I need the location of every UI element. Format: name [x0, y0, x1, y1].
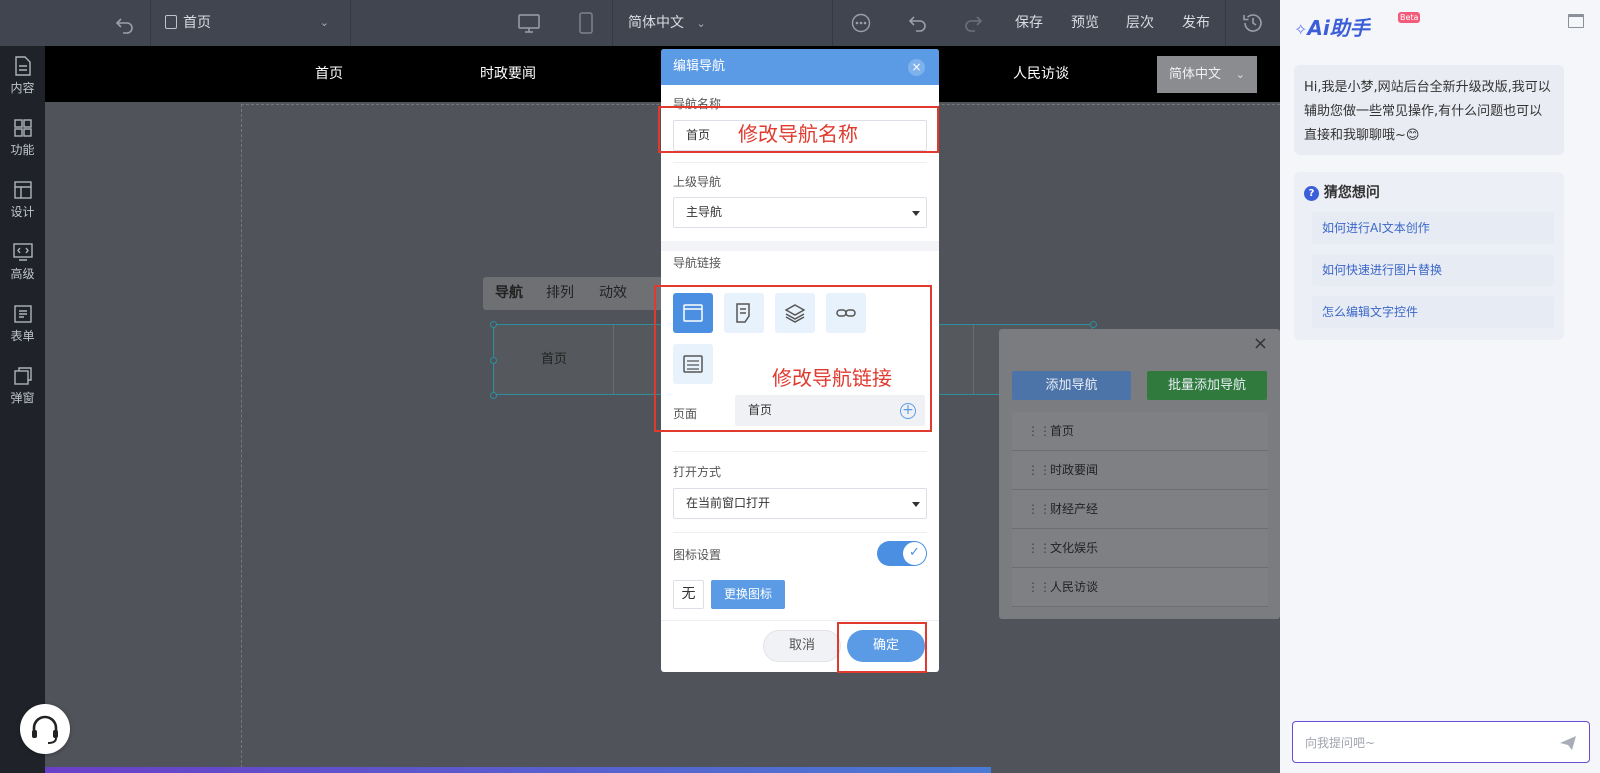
history-icon[interactable] — [1242, 0, 1264, 46]
ai-logo: ✧Ai助手 Beta — [1294, 12, 1421, 40]
chevron-down-icon: ⌄ — [1235, 68, 1245, 81]
add-nav-button[interactable]: 添加导航 — [1012, 371, 1131, 400]
customer-service-button[interactable] — [20, 704, 70, 754]
desktop-view-icon[interactable] — [518, 0, 540, 46]
cancel-button[interactable]: 取消 — [763, 630, 841, 662]
context-toolbar: 导航 排列 动效 — [483, 277, 663, 310]
context-animation-button[interactable]: 动效 — [599, 277, 627, 310]
annotation-box-confirm — [837, 622, 927, 673]
nav-widget-item: 首页 — [541, 352, 568, 367]
headset-icon — [32, 715, 58, 744]
grid-icon — [13, 119, 32, 137]
sidebar-item-design[interactable]: 设计 — [0, 180, 45, 220]
list-item[interactable]: ⋮⋮ 时政要闻 — [1012, 451, 1268, 490]
resize-handle[interactable] — [490, 392, 497, 399]
sidebar-item-form[interactable]: 表单 — [0, 304, 45, 344]
list-item[interactable]: ⋮⋮ 文化娱乐 — [1012, 529, 1268, 568]
smile-icon: 😊 — [1405, 128, 1420, 143]
loading-progress-bar — [45, 767, 991, 773]
icon-settings-toggle[interactable]: ✓ — [877, 541, 927, 566]
sidebar-item-advanced[interactable]: 高级 — [0, 242, 45, 282]
parent-nav-select[interactable]: 主导航 — [673, 197, 927, 228]
site-nav-item[interactable]: 时政要闻 — [480, 46, 536, 102]
dialog-title: 编辑导航 — [673, 59, 726, 74]
batch-add-nav-button[interactable]: 批量添加导航 — [1147, 371, 1267, 400]
more-icon[interactable] — [851, 0, 871, 46]
file-icon — [14, 56, 31, 76]
resize-handle[interactable] — [1090, 321, 1097, 328]
top-toolbar: 首页 ⌄ 简体中文 ⌄ 保存 预览 层次 发布 — [0, 0, 1280, 46]
send-icon[interactable] — [1559, 734, 1577, 752]
redo-icon[interactable] — [964, 0, 982, 46]
site-nav-item[interactable]: 首页 — [315, 46, 343, 102]
icon-none-box[interactable]: 无 — [673, 580, 704, 609]
guess-section: ? 猜您想问 如何进行AI文本创作 如何快速进行图片替换 怎么编辑文字控件 — [1294, 172, 1564, 340]
page-icon — [165, 15, 177, 29]
open-mode-select[interactable]: 在当前窗口打开 — [673, 488, 927, 519]
ai-question-input[interactable]: 向我提问吧~ — [1292, 721, 1590, 763]
caret-down-icon — [912, 211, 920, 216]
context-arrange-button[interactable]: 排列 — [546, 277, 574, 310]
close-icon[interactable]: × — [1253, 333, 1268, 354]
sidebar-item-popup[interactable]: 弹窗 — [0, 366, 45, 406]
form-icon — [13, 305, 32, 323]
page-selector[interactable]: 首页 ⌄ — [165, 0, 335, 46]
ai-sparkle-icon: ✧ — [1294, 20, 1308, 39]
context-nav-button[interactable]: 导航 — [495, 277, 523, 310]
dialog-header: 编辑导航 × — [661, 49, 939, 85]
drag-handle-icon[interactable]: ⋮⋮ — [1027, 568, 1051, 607]
icon-settings-label: 图标设置 — [673, 548, 722, 562]
layout-icon — [13, 181, 32, 199]
close-icon[interactable]: × — [908, 59, 925, 76]
language-selector[interactable]: 简体中文 ⌄ — [628, 0, 706, 46]
popup-icon — [13, 367, 32, 385]
list-item[interactable]: ⋮⋮ 首页 — [1012, 412, 1268, 451]
check-icon: ✓ — [903, 542, 926, 565]
parent-nav-label: 上级导航 — [673, 175, 722, 189]
undo-icon[interactable] — [909, 0, 927, 46]
suggestion-chip[interactable]: 如何快速进行图片替换 — [1312, 254, 1554, 286]
sidebar-item-content[interactable]: 内容 — [0, 56, 45, 96]
nav-link-label: 导航链接 — [673, 256, 722, 270]
resize-handle[interactable] — [490, 321, 497, 328]
annotation-text-name: 修改导航名称 — [738, 122, 858, 146]
publish-button[interactable]: 发布 — [1182, 0, 1210, 46]
mobile-view-icon[interactable] — [579, 0, 593, 46]
left-sidebar: 内容 功能 设计 高级 表单 弹窗 — [0, 46, 70, 773]
list-item[interactable]: ⋮⋮ 人民访谈 — [1012, 568, 1268, 607]
code-monitor-icon — [12, 243, 33, 261]
open-mode-label: 打开方式 — [673, 465, 722, 479]
drag-handle-icon[interactable]: ⋮⋮ — [1027, 451, 1051, 490]
save-button[interactable]: 保存 — [1015, 0, 1043, 46]
annotation-text-link: 修改导航链接 — [772, 366, 892, 390]
site-language-selector[interactable]: 简体中文 ⌄ — [1157, 56, 1257, 93]
clear-chat-icon[interactable] — [1568, 14, 1584, 28]
suggestion-chip[interactable]: 如何进行AI文本创作 — [1312, 212, 1554, 244]
resize-handle[interactable] — [490, 357, 497, 364]
drag-handle-icon[interactable]: ⋮⋮ — [1027, 412, 1051, 451]
caret-down-icon — [912, 502, 920, 507]
drag-handle-icon[interactable]: ⋮⋮ — [1027, 529, 1051, 568]
preview-button[interactable]: 预览 — [1071, 0, 1099, 46]
ai-assistant-panel: ✧Ai助手 Beta Hi,我是小梦,网站后台全新升级改版,我可以辅助您做一些常… — [1280, 0, 1600, 773]
undo-icon[interactable] — [116, 0, 134, 46]
question-icon: ? — [1304, 186, 1319, 201]
drag-handle-icon[interactable]: ⋮⋮ — [1027, 490, 1051, 529]
annotation-box-link — [654, 285, 932, 432]
list-item[interactable]: ⋮⋮ 财经产经 — [1012, 490, 1268, 529]
ai-greeting-bubble: Hi,我是小梦,网站后台全新升级改版,我可以辅助您做一些常见操作,有什么问题也可… — [1294, 65, 1564, 155]
layers-button[interactable]: 层次 — [1126, 0, 1154, 46]
suggestion-chip[interactable]: 怎么编辑文字控件 — [1312, 296, 1554, 328]
site-nav-item[interactable]: 人民访谈 — [1013, 46, 1069, 102]
chevron-down-icon: ⌄ — [696, 17, 706, 30]
sidebar-item-function[interactable]: 功能 — [0, 118, 45, 158]
nav-items-panel: × 添加导航 批量添加导航 ⋮⋮ 首页 ⋮⋮ 时政要闻 ⋮⋮ 财经产经 ⋮⋮ 文化娱乐 … — [999, 329, 1280, 619]
chevron-down-icon: ⌄ — [319, 16, 329, 29]
change-icon-button[interactable]: 更换图标 — [711, 580, 785, 609]
